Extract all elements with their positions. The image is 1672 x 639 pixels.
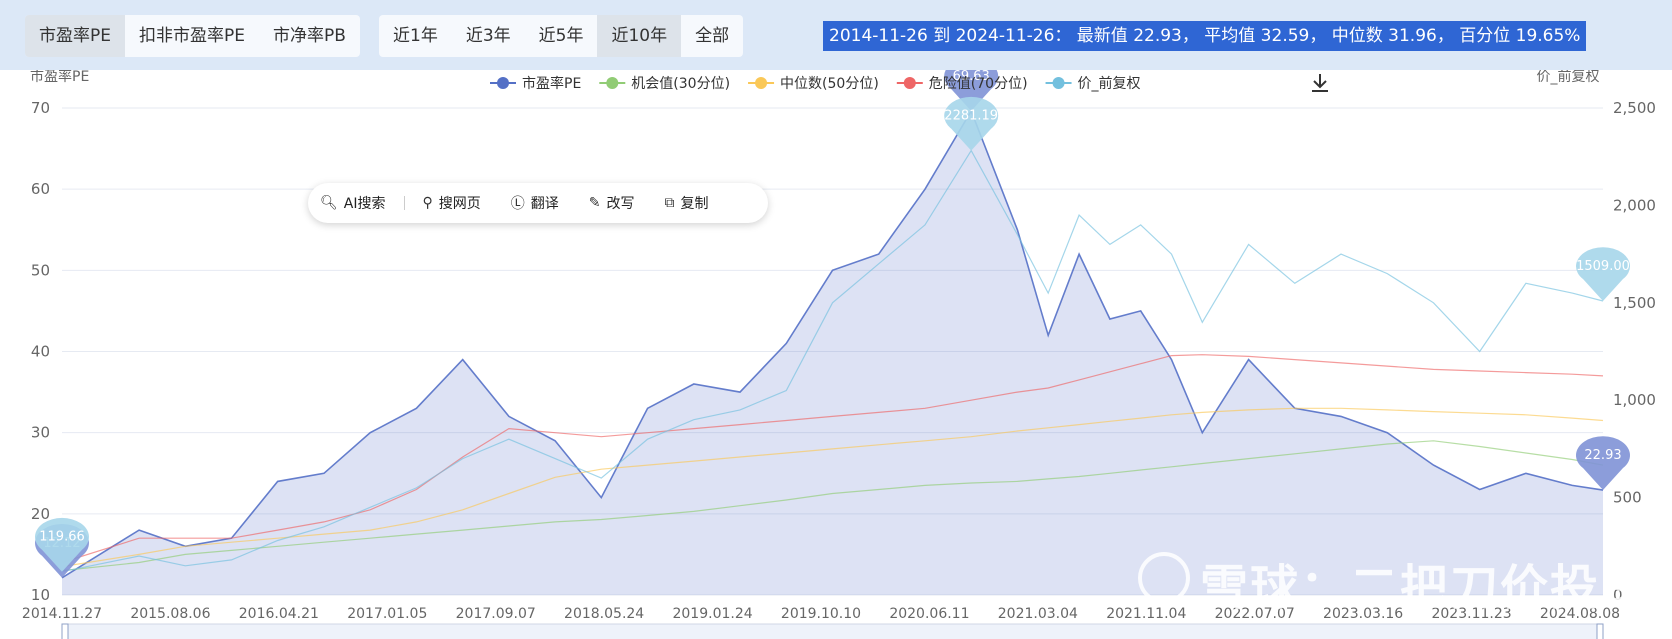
translate-label: 翻译 [530,196,559,212]
tab-pe[interactable]: 市盈率PE [25,15,125,57]
x-tick-label: 2015.08.06 [130,606,210,622]
tab-10y[interactable]: 近10年 [597,15,682,57]
pe-area [62,111,1603,595]
x-tick-label: 2017.09.07 [456,606,536,622]
y-right-tick-label: 2,000 [1613,196,1656,214]
y-right-tick-label: 2,500 [1613,99,1656,117]
callout-label: 22.93 [1584,448,1621,463]
search-icon: 🔍︎ [320,195,338,211]
y-right-tick-label: 1,500 [1613,294,1656,312]
tab-pe-deducted[interactable]: 扣非市盈率PE [125,15,259,57]
legend-label: 危险值(70分位) [929,76,1028,92]
y-left-tick-label: 10 [31,586,50,604]
legend-label: 市盈率PE [522,75,581,92]
ai-search-button[interactable]: 🔍︎ AI搜索 [320,193,386,213]
y-left-axis-title: 市盈率PE [30,70,89,85]
summary-stats: 2014-11-26 到 2024-11-26： 最新值 22.93， 平均值 … [823,21,1587,51]
y-left-tick-label: 40 [31,343,50,361]
copy-button[interactable]: ⧉ 复制 [665,193,709,213]
y-left-tick-label: 60 [31,180,50,198]
y-right-tick-label: 1,000 [1613,391,1656,409]
legend-item-1: 机会值(30分位) [599,76,730,92]
legend-item-3: 危险值(70分位) [896,76,1028,92]
legend-label: 价_前复权 [1078,75,1141,92]
rewrite-label: 改写 [606,196,635,212]
zoom-slider [61,623,1604,639]
download-glyph [1312,74,1328,92]
legend-item-2: 中位数(50分位) [748,76,879,92]
legend-marker [903,77,916,89]
search-page-icon: ⚲ [422,195,433,211]
search-web-button[interactable]: ⚲ 搜网页 [423,193,481,213]
tab-pb[interactable]: 市净率PB [259,15,360,57]
legend-label: 机会值(30分位) [631,76,730,92]
tab-all[interactable]: 全部 [681,15,743,57]
legend-marker [606,77,619,89]
metric-tabs: 市盈率PE 扣非市盈率PE 市净率PB [25,15,360,57]
translate-button[interactable]: Ⓛ 翻译 [511,193,559,213]
callout-label: 119.66 [39,530,85,545]
x-tick-label: 2014.11.27 [22,606,102,622]
x-tick-label: 2018.05.24 [564,606,644,622]
y-right-tick-label: 500 [1613,489,1642,507]
y-right-axis-title: 价_前复权 [1537,70,1600,85]
translate-icon: Ⓛ [510,196,525,212]
legend-label: 中位数(50分位) [780,76,879,92]
copy-icon: ⧉ [664,195,675,211]
legend-marker [497,77,509,89]
x-tick-label: 2017.01.05 [347,606,427,622]
x-tick-label: 2019.01.24 [672,606,752,622]
download-icon [1312,74,1328,92]
callout-pin [1576,436,1630,491]
y-left-tick-label: 30 [31,424,50,442]
watermark-logo [1138,552,1190,604]
x-tick-label: 2021.11.04 [1106,606,1186,622]
x-tick-label: 2021.03.04 [998,606,1078,622]
search-web-label: 搜网页 [438,196,481,212]
top-bar: 市盈率PE 扣非市盈率PE 市净率PB 近1年 近3年 近5年 近10年 全部 … [0,0,1672,70]
divider [403,196,405,210]
period-tabs: 近1年 近3年 近5年 近10年 全部 [379,15,744,57]
selection-toolbar: 🔍︎ AI搜索 ⚲ 搜网页 Ⓛ 翻译 ✎ 改写 ⧉ 复制 [308,183,768,223]
callout-label: 1509.00 [1576,259,1630,274]
y-left-tick-label: 50 [31,261,50,279]
tab-3y[interactable]: 近3年 [452,15,525,57]
watermark: 雪球：二把刀价投S [1200,560,1637,616]
callout-label: 2281.19 [944,109,998,124]
x-tick-label: 2016.04.21 [239,606,319,622]
callout-4: 22.93 [1576,436,1630,491]
y-left-tick-label: 70 [31,99,50,117]
zoom-handle-left [61,623,69,639]
copy-label: 复制 [680,196,709,212]
legend-item-4: 价_前复权 [1045,75,1141,92]
legend-marker [1052,77,1065,89]
edit-icon: ✎ [588,195,601,211]
legend-item-0: 市盈率PE [490,75,581,92]
legend-marker [755,77,768,89]
rewrite-button[interactable]: ✎ 改写 [589,193,635,213]
ai-search-label: AI搜索 [343,196,386,212]
x-tick-label: 2019.10.10 [781,606,861,622]
tab-1y[interactable]: 近1年 [379,15,452,57]
zoom-handle-right [1596,623,1604,639]
tab-5y[interactable]: 近5年 [525,15,598,57]
y-left-tick-label: 20 [31,505,50,523]
x-tick-label: 2020.06.11 [889,606,969,622]
